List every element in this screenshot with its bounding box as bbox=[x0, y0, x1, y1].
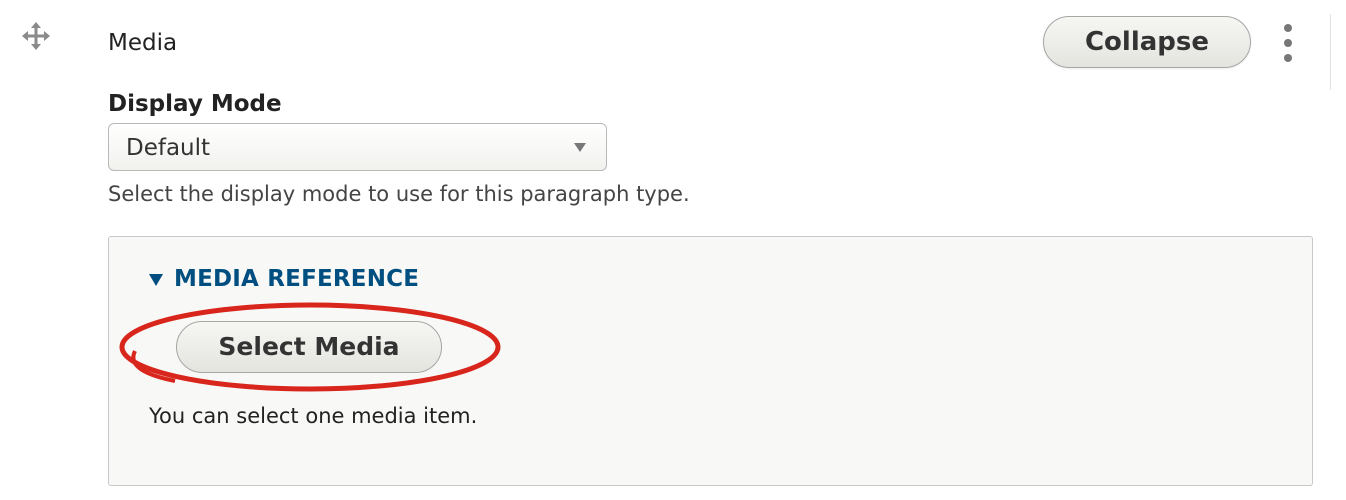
triangle-down-icon bbox=[149, 274, 163, 286]
paragraph-item: Media Collapse Display Mode Default Sele… bbox=[0, 0, 1346, 500]
media-reference-legend-text: MEDIA REFERENCE bbox=[174, 266, 420, 292]
select-media-button[interactable]: Select Media bbox=[176, 321, 442, 373]
display-mode-label: Display Mode bbox=[108, 91, 282, 117]
vertical-ellipsis-icon[interactable] bbox=[1276, 22, 1300, 66]
media-reference-description: You can select one media item. bbox=[149, 404, 478, 428]
media-reference-fieldset: MEDIA REFERENCE Select Media You can sel… bbox=[108, 236, 1313, 486]
move-arrows-icon[interactable] bbox=[22, 22, 50, 50]
display-mode-select[interactable]: Default bbox=[108, 123, 607, 171]
collapse-button[interactable]: Collapse bbox=[1043, 16, 1251, 68]
chevron-down-icon bbox=[574, 143, 586, 152]
display-mode-selected-value: Default bbox=[126, 135, 211, 161]
display-mode-description: Select the display mode to use for this … bbox=[108, 182, 690, 206]
divider bbox=[1330, 14, 1331, 90]
paragraph-type-label: Media bbox=[108, 30, 178, 56]
media-reference-legend[interactable]: MEDIA REFERENCE bbox=[149, 265, 419, 293]
